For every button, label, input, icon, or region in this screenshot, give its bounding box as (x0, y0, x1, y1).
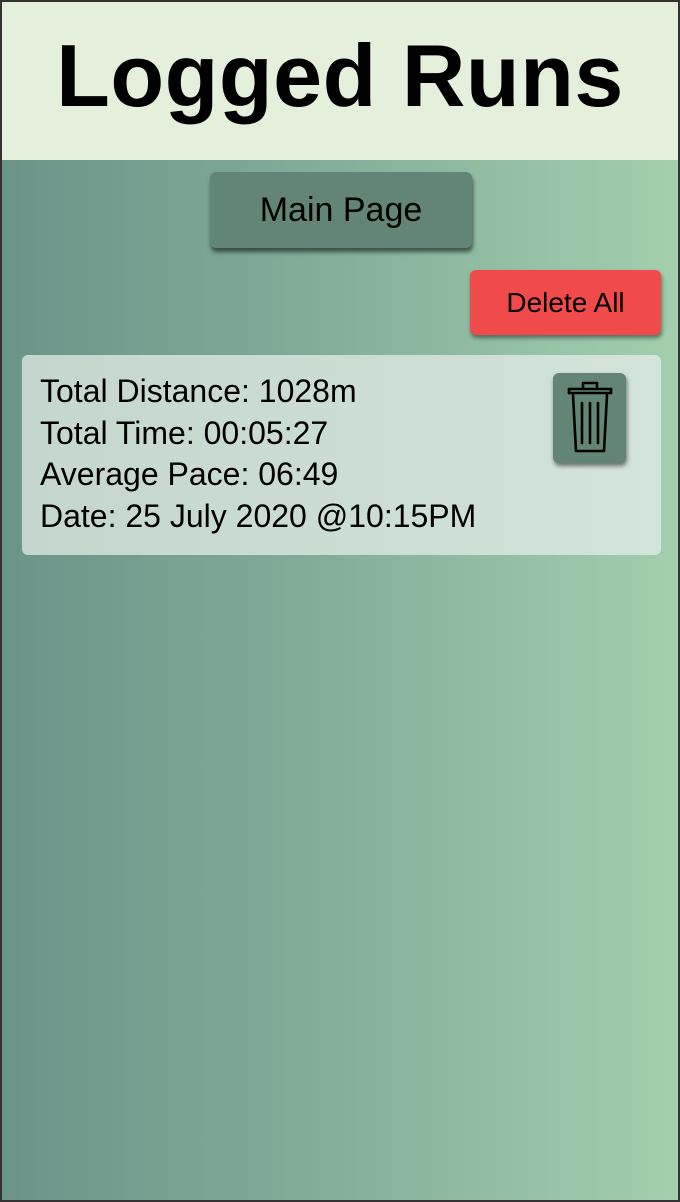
run-average-pace: Average Pace: 06:49 (40, 456, 339, 492)
app-frame: Logged Runs Main Page Delete All Total D… (0, 0, 680, 1202)
run-card: Total Distance: 1028m Total Time: 00:05:… (22, 355, 661, 555)
main-content: Main Page Delete All Total Distance: 102… (2, 160, 678, 1200)
run-details: Total Distance: 1028m Total Time: 00:05:… (40, 371, 476, 537)
trash-icon (567, 381, 612, 453)
page-title: Logged Runs (56, 26, 624, 125)
delete-all-button[interactable]: Delete All (470, 270, 661, 335)
page-header: Logged Runs (2, 2, 678, 160)
main-page-button[interactable]: Main Page (210, 172, 472, 248)
run-date: Date: 25 July 2020 @10:15PM (40, 497, 477, 534)
run-total-distance: Total Distance: 1028m (40, 373, 357, 409)
delete-run-button[interactable] (553, 373, 626, 463)
run-total-time: Total Time: 00:05:27 (40, 414, 329, 451)
